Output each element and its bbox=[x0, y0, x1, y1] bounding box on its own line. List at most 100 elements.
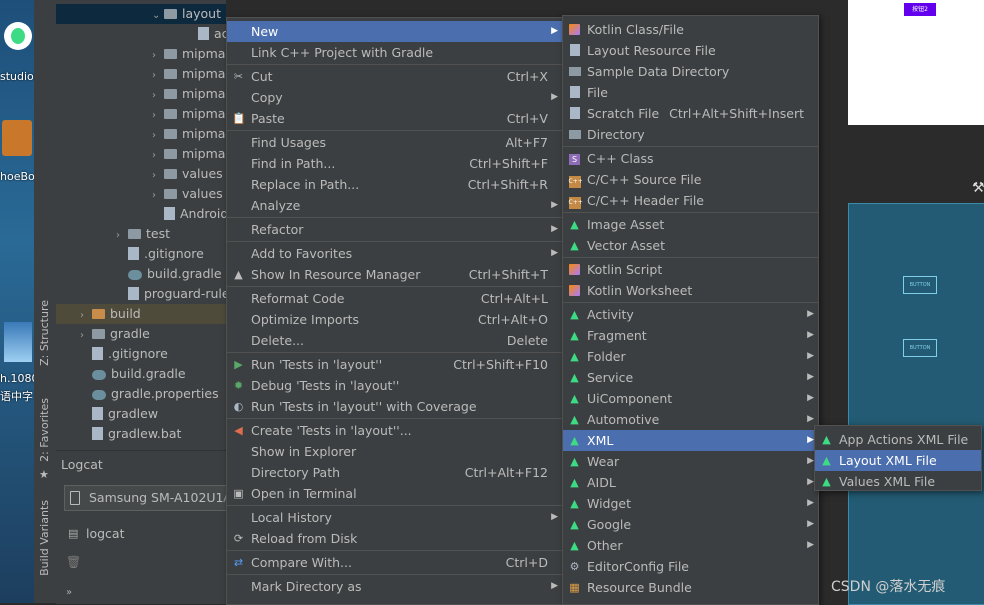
chevron-icon[interactable]: › bbox=[152, 46, 164, 66]
menu-item[interactable]: Find in Path... Ctrl+Shift+F bbox=[227, 153, 562, 174]
menu-item[interactable]: Reformat Code Ctrl+Alt+L bbox=[227, 288, 562, 309]
menu-item[interactable]: ⚙ EditorConfig File bbox=[563, 556, 818, 577]
menu-item[interactable]: C++ C/C++ Header File bbox=[563, 190, 818, 211]
tree-row[interactable]: gradlew bbox=[80, 404, 158, 424]
menu-item[interactable]: ▲ Google ▶ bbox=[563, 514, 818, 535]
logcat-tab[interactable]: logcat bbox=[86, 526, 125, 541]
menu-item[interactable]: ▲ Widget ▶ bbox=[563, 493, 818, 514]
menu-item[interactable]: Local History ▶ bbox=[227, 507, 562, 528]
tree-row[interactable]: › gradle bbox=[80, 324, 150, 344]
menu-item[interactable]: Kotlin Script bbox=[563, 259, 818, 280]
menu-item[interactable]: ▲ Wear ▶ bbox=[563, 451, 818, 472]
chevron-icon[interactable]: › bbox=[152, 66, 164, 86]
menu-item[interactable]: ▲ Layout XML File bbox=[815, 450, 981, 471]
menu-item[interactable]: Copy ▶ bbox=[227, 87, 562, 108]
chevron-icon[interactable]: › bbox=[80, 326, 92, 346]
menu-item[interactable]: ▣ Open in Terminal bbox=[227, 483, 562, 504]
menu-item[interactable]: Scratch File Ctrl+Alt+Shift+Insert bbox=[563, 103, 818, 124]
menu-item[interactable]: Mark Directory as ▶ bbox=[227, 576, 562, 597]
structure-tab[interactable]: Z: Structure bbox=[38, 300, 51, 366]
device-selector[interactable]: Samsung SM-A102U1 A bbox=[64, 485, 234, 511]
menu-item[interactable]: Delete... Delete bbox=[227, 330, 562, 351]
tree-row[interactable]: › mipma bbox=[152, 124, 225, 144]
menu-item[interactable]: S C++ Class bbox=[563, 148, 818, 169]
tree-row[interactable]: gradle.properties bbox=[80, 384, 219, 404]
menu-item[interactable]: Directory Path Ctrl+Alt+F12 bbox=[227, 462, 562, 483]
menu-item[interactable]: Kotlin Worksheet bbox=[563, 280, 818, 301]
tree-row[interactable]: › values bbox=[152, 164, 223, 184]
menu-item[interactable]: 📋 Paste Ctrl+V bbox=[227, 108, 562, 129]
menu-item[interactable]: ◀ Create 'Tests in 'layout''... bbox=[227, 420, 562, 441]
menu-item[interactable]: ▲ Values XML File bbox=[815, 471, 981, 492]
tree-row[interactable]: proguard-rules. bbox=[116, 284, 226, 304]
tree-row[interactable]: › mipma bbox=[152, 64, 225, 84]
menu-item[interactable]: Replace in Path... Ctrl+Shift+R bbox=[227, 174, 562, 195]
tree-row[interactable]: .gitignore bbox=[116, 244, 204, 264]
menu-item[interactable]: ⟳ Reload from Disk bbox=[227, 528, 562, 549]
expand-icon[interactable]: » bbox=[66, 587, 72, 598]
menu-item[interactable]: Directory bbox=[563, 124, 818, 145]
chevron-icon[interactable]: › bbox=[116, 226, 128, 246]
blueprint-button[interactable]: BUTTON bbox=[903, 339, 937, 357]
chevron-icon[interactable]: › bbox=[152, 126, 164, 146]
video-file-icon[interactable] bbox=[4, 322, 32, 362]
menu-item[interactable]: ▲ Fragment ▶ bbox=[563, 325, 818, 346]
menu-item[interactable]: Kotlin Class/File bbox=[563, 19, 818, 40]
menu-item[interactable]: Layout Resource File bbox=[563, 40, 818, 61]
menu-item[interactable]: Link C++ Project with Gradle bbox=[227, 42, 562, 63]
tree-row[interactable]: › mipma bbox=[152, 84, 225, 104]
tree-row[interactable]: ⌄ layout bbox=[56, 4, 226, 24]
tree-row[interactable]: build.gradle bbox=[116, 264, 222, 284]
tree-row[interactable]: build.gradle bbox=[80, 364, 186, 384]
menu-item[interactable]: ▲ UiComponent ▶ bbox=[563, 388, 818, 409]
tree-row[interactable]: › mipma bbox=[152, 104, 225, 124]
chevron-icon[interactable]: › bbox=[152, 146, 164, 166]
blueprint-button[interactable]: BUTTON bbox=[903, 276, 937, 294]
menu-item[interactable]: ⇄ Compare With... Ctrl+D bbox=[227, 552, 562, 573]
menu-item[interactable]: ▲ App Actions XML File bbox=[815, 429, 981, 450]
menu-item[interactable]: Show in Explorer bbox=[227, 441, 562, 462]
menu-item[interactable]: Add to Favorites ▶ bbox=[227, 243, 562, 264]
menu-item[interactable]: ▲ Show In Resource Manager Ctrl+Shift+T bbox=[227, 264, 562, 285]
menu-item[interactable]: ▲ Folder ▶ bbox=[563, 346, 818, 367]
chevron-icon[interactable]: › bbox=[152, 186, 164, 206]
menu-item[interactable]: New ▶ bbox=[227, 21, 562, 42]
menu-item[interactable]: Sample Data Directory bbox=[563, 61, 818, 82]
tree-row[interactable]: acti bbox=[186, 24, 226, 44]
menu-item[interactable]: ▲ Vector Asset bbox=[563, 235, 818, 256]
menu-item[interactable]: ▲ Service ▶ bbox=[563, 367, 818, 388]
tree-row[interactable]: gradlew.bat bbox=[80, 424, 181, 444]
tree-row[interactable]: › test bbox=[116, 224, 170, 244]
tree-row[interactable]: › values bbox=[152, 184, 223, 204]
chevron-icon[interactable]: ⌄ bbox=[152, 6, 164, 26]
tree-row[interactable]: › build bbox=[56, 304, 226, 324]
wrench-icon[interactable]: ⚒ bbox=[972, 180, 984, 196]
menu-item[interactable]: ✹ Debug 'Tests in 'layout'' bbox=[227, 375, 562, 396]
trash-icon[interactable]: 🗑 bbox=[66, 555, 81, 569]
menu-item[interactable]: ▲ AIDL ▶ bbox=[563, 472, 818, 493]
menu-item[interactable]: ▶ Run 'Tests in 'layout'' Ctrl+Shift+F10 bbox=[227, 354, 562, 375]
android-studio-icon[interactable] bbox=[4, 22, 32, 50]
menu-item[interactable]: ▲ Other ▶ bbox=[563, 535, 818, 556]
shoe-app-icon[interactable] bbox=[2, 120, 32, 156]
menu-item[interactable]: ▦ Resource Bundle bbox=[563, 577, 818, 598]
tree-row[interactable]: .gitignore bbox=[80, 344, 168, 364]
chevron-icon[interactable]: › bbox=[80, 306, 92, 326]
tree-row[interactable]: › mipma bbox=[152, 144, 225, 164]
menu-item[interactable]: Analyze ▶ bbox=[227, 195, 562, 216]
chevron-icon[interactable]: › bbox=[152, 106, 164, 126]
tree-row[interactable]: AndroidM bbox=[152, 204, 226, 224]
chevron-icon[interactable]: › bbox=[152, 166, 164, 186]
build-variants-tab[interactable]: Build Variants bbox=[38, 500, 51, 576]
menu-item[interactable]: ◐ Run 'Tests in 'layout'' with Coverage bbox=[227, 396, 562, 417]
menu-item[interactable]: File bbox=[563, 82, 818, 103]
menu-item[interactable]: ▲ XML ▶ bbox=[563, 430, 818, 451]
chevron-icon[interactable]: › bbox=[152, 86, 164, 106]
menu-item[interactable]: ▲ Activity ▶ bbox=[563, 304, 818, 325]
tree-row[interactable]: › mipma bbox=[152, 44, 225, 64]
menu-item[interactable]: Refactor ▶ bbox=[227, 219, 562, 240]
menu-item[interactable]: Optimize Imports Ctrl+Alt+O bbox=[227, 309, 562, 330]
favorites-tab[interactable]: 2: Favorites bbox=[38, 398, 51, 462]
menu-item[interactable]: C++ C/C++ Source File bbox=[563, 169, 818, 190]
menu-item[interactable]: ✂ Cut Ctrl+X bbox=[227, 66, 562, 87]
